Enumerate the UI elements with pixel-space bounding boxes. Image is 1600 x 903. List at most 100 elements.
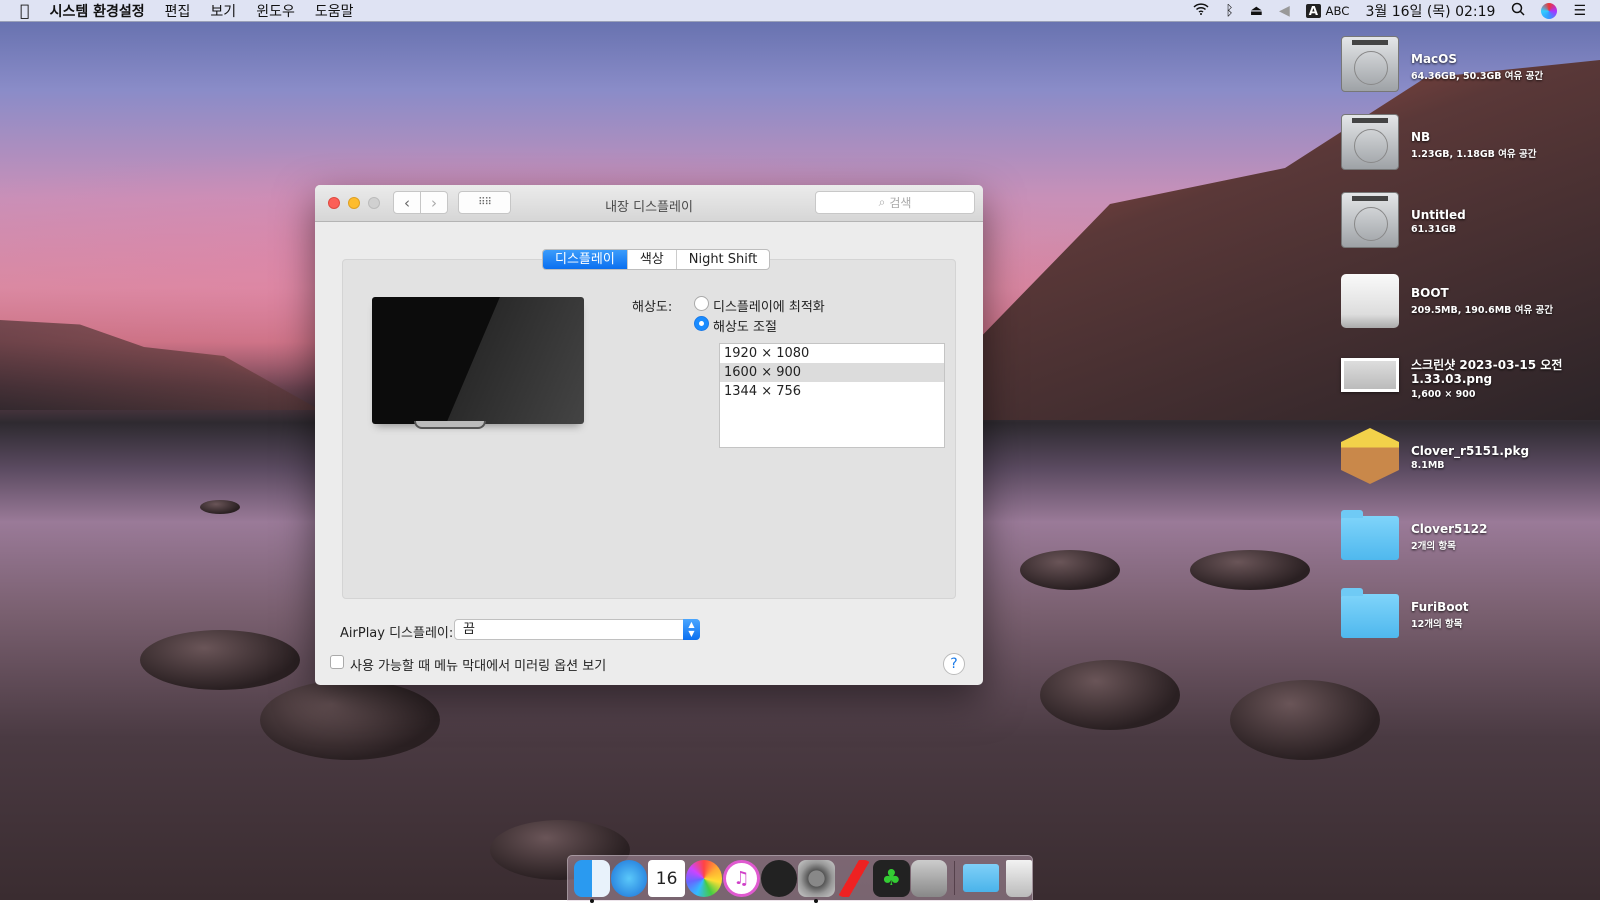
icon-info: 64.36GB, 50.3GB 여유 공간: [1411, 71, 1544, 82]
dock-separator: [954, 861, 956, 895]
icon-name: FuriBoot: [1411, 600, 1469, 614]
wifi-icon[interactable]: [1193, 3, 1209, 19]
icon-info: 1.23GB, 1.18GB 여유 공간: [1411, 149, 1537, 160]
menu-app-name[interactable]: 시스템 환경설정: [40, 1, 155, 21]
desktop-icon-untitled[interactable]: Untitled 61.31GB: [1341, 192, 1596, 262]
display-preferences-window: ‹ › ⠿⠿ 내장 디스플레이 ⌕ 검색 디스플레이 색상 Night Shift…: [315, 185, 983, 685]
downloads-folder-icon[interactable]: [962, 864, 1000, 892]
itunes-icon[interactable]: ♫: [723, 859, 760, 897]
monitor-stand: [414, 421, 486, 429]
clover-configurator-icon[interactable]: [835, 859, 873, 897]
input-source[interactable]: A ABC: [1305, 3, 1350, 19]
search-field[interactable]: ⌕ 검색: [815, 191, 975, 214]
menu-view[interactable]: 보기: [200, 1, 246, 21]
tab-night-shift[interactable]: Night Shift: [677, 250, 770, 269]
disk-utility-icon[interactable]: [910, 859, 947, 897]
calendar-day: 16: [655, 868, 678, 889]
search-icon: ⌕: [878, 195, 886, 209]
rock: [1020, 550, 1120, 590]
icon-name: MacOS: [1411, 52, 1457, 66]
input-name: ABC: [1325, 4, 1350, 18]
bluetooth-icon[interactable]: ᛒ: [1225, 3, 1233, 19]
desktop-icon-clover-pkg[interactable]: Clover_r5151.pkg 8.1MB: [1341, 428, 1596, 498]
tab-color[interactable]: 색상: [628, 250, 677, 269]
running-indicator: [589, 898, 594, 903]
icon-info: 8.1MB: [1411, 460, 1445, 471]
menu-edit[interactable]: 편집: [155, 1, 201, 21]
airplay-select[interactable]: 끔 ▲ ▼: [454, 619, 700, 640]
resolution-option[interactable]: 1920 × 1080: [720, 344, 944, 363]
radio-optimized-label[interactable]: 디스플레이에 최적화: [713, 296, 825, 315]
menu-window[interactable]: 윈도우: [246, 1, 305, 21]
folder-icon: [1341, 510, 1399, 560]
trash-icon[interactable]: [1005, 859, 1032, 897]
desktop-icon-boot[interactable]: BOOT 209.5MB, 190.6MB 여유 공간: [1341, 270, 1596, 340]
eject-icon[interactable]: ⏏: [1250, 3, 1263, 19]
dashboard-icon[interactable]: [760, 859, 798, 897]
system-preferences-icon[interactable]: [798, 859, 835, 903]
icon-name: NB: [1411, 130, 1431, 144]
icon-info: 61.31GB: [1411, 224, 1457, 235]
chevron-up-down-icon: ▲ ▼: [683, 619, 700, 640]
desktop-icon-clover5122[interactable]: Clover5122 2개의 항목: [1341, 506, 1596, 576]
icon-name: Clover5122: [1411, 522, 1488, 536]
desktop-icon-macos[interactable]: MacOS 64.36GB, 50.3GB 여유 공간: [1341, 36, 1596, 106]
external-drive-icon: [1341, 274, 1399, 328]
desktop-icon-screenshot[interactable]: 스크린샷 2023-03-15 오전 1.33.03.png 1,600 × 900: [1341, 350, 1596, 420]
icon-name: BOOT: [1411, 286, 1449, 300]
mirroring-checkbox-label[interactable]: 사용 가능할 때 메뉴 막대에서 미러링 옵션 보기: [350, 655, 606, 674]
hard-drive-icon: [1341, 192, 1399, 248]
finder-icon[interactable]: [573, 859, 610, 903]
icon-info: 209.5MB, 190.6MB 여유 공간: [1411, 305, 1553, 316]
icon-name: Clover_r5151.pkg: [1411, 444, 1530, 458]
display-panel: 해상도: 디스플레이에 최적화 해상도 조절 1920 × 1080 1600 …: [342, 259, 956, 599]
icon-info: 1,600 × 900: [1411, 389, 1476, 400]
title-bar: ‹ › ⠿⠿ 내장 디스플레이 ⌕ 검색: [315, 185, 983, 222]
menu-help[interactable]: 도움말: [305, 1, 364, 21]
hard-drive-icon: [1341, 36, 1399, 92]
radio-scaled-label[interactable]: 해상도 조절: [713, 316, 777, 335]
siri-icon[interactable]: [1541, 3, 1558, 19]
notification-list-icon[interactable]: ☰: [1573, 3, 1586, 19]
icon-name-line2: 1.33.03.png: [1411, 372, 1493, 386]
dock: 16 ♫ ♣: [567, 855, 1033, 903]
menu-bar:  시스템 환경설정 편집 보기 윈도우 도움말 ᛒ ⏏ ◀ A ABC 3월 …: [0, 0, 1600, 22]
monitor-image: [372, 297, 584, 424]
icon-info: 2개의 항목: [1411, 541, 1456, 552]
tab-bar: 디스플레이 색상 Night Shift: [542, 249, 771, 270]
resolution-label: 해상도:: [632, 300, 673, 315]
icon-info: 12개의 항목: [1411, 619, 1463, 630]
mountain-left: [0, 320, 320, 410]
resolution-option[interactable]: 1344 × 756: [720, 382, 944, 401]
rock: [200, 500, 240, 514]
mirroring-checkbox[interactable]: [330, 655, 344, 669]
rock: [1040, 660, 1180, 730]
resolution-list[interactable]: 1920 × 1080 1600 × 900 1344 × 756: [719, 343, 945, 448]
icon-name: 스크린샷 2023-03-15 오전: [1411, 358, 1563, 372]
search-icon[interactable]: [1511, 2, 1525, 20]
icon-name: Untitled: [1411, 208, 1466, 222]
input-badge: A: [1305, 4, 1322, 18]
running-indicator: [814, 898, 819, 903]
radio-scaled[interactable]: [694, 316, 709, 331]
hard-drive-icon: [1341, 114, 1399, 170]
package-icon: [1341, 428, 1399, 484]
image-thumbnail-icon: [1341, 358, 1399, 392]
apple-icon[interactable]: : [0, 1, 40, 20]
volume-icon[interactable]: ◀: [1279, 3, 1290, 19]
safari-icon[interactable]: [610, 859, 648, 897]
desktop-icon-furiboot[interactable]: FuriBoot 12개의 항목: [1341, 584, 1596, 654]
airplay-value: 끔: [463, 622, 475, 637]
photos-icon[interactable]: [685, 859, 723, 897]
clock[interactable]: 3월 16일 (목) 02:19: [1365, 1, 1495, 21]
resolution-option-selected[interactable]: 1600 × 900: [720, 363, 944, 382]
calendar-icon[interactable]: 16: [648, 859, 685, 897]
tab-display[interactable]: 디스플레이: [543, 250, 628, 269]
radio-optimized[interactable]: [694, 296, 709, 311]
desktop-icon-nb[interactable]: NB 1.23GB, 1.18GB 여유 공간: [1341, 114, 1596, 184]
search-placeholder: 검색: [889, 196, 912, 210]
clover-icon[interactable]: ♣: [873, 859, 910, 897]
airplay-label: AirPlay 디스플레이:: [340, 626, 454, 641]
help-button[interactable]: ?: [943, 653, 965, 675]
rock: [1190, 550, 1310, 590]
